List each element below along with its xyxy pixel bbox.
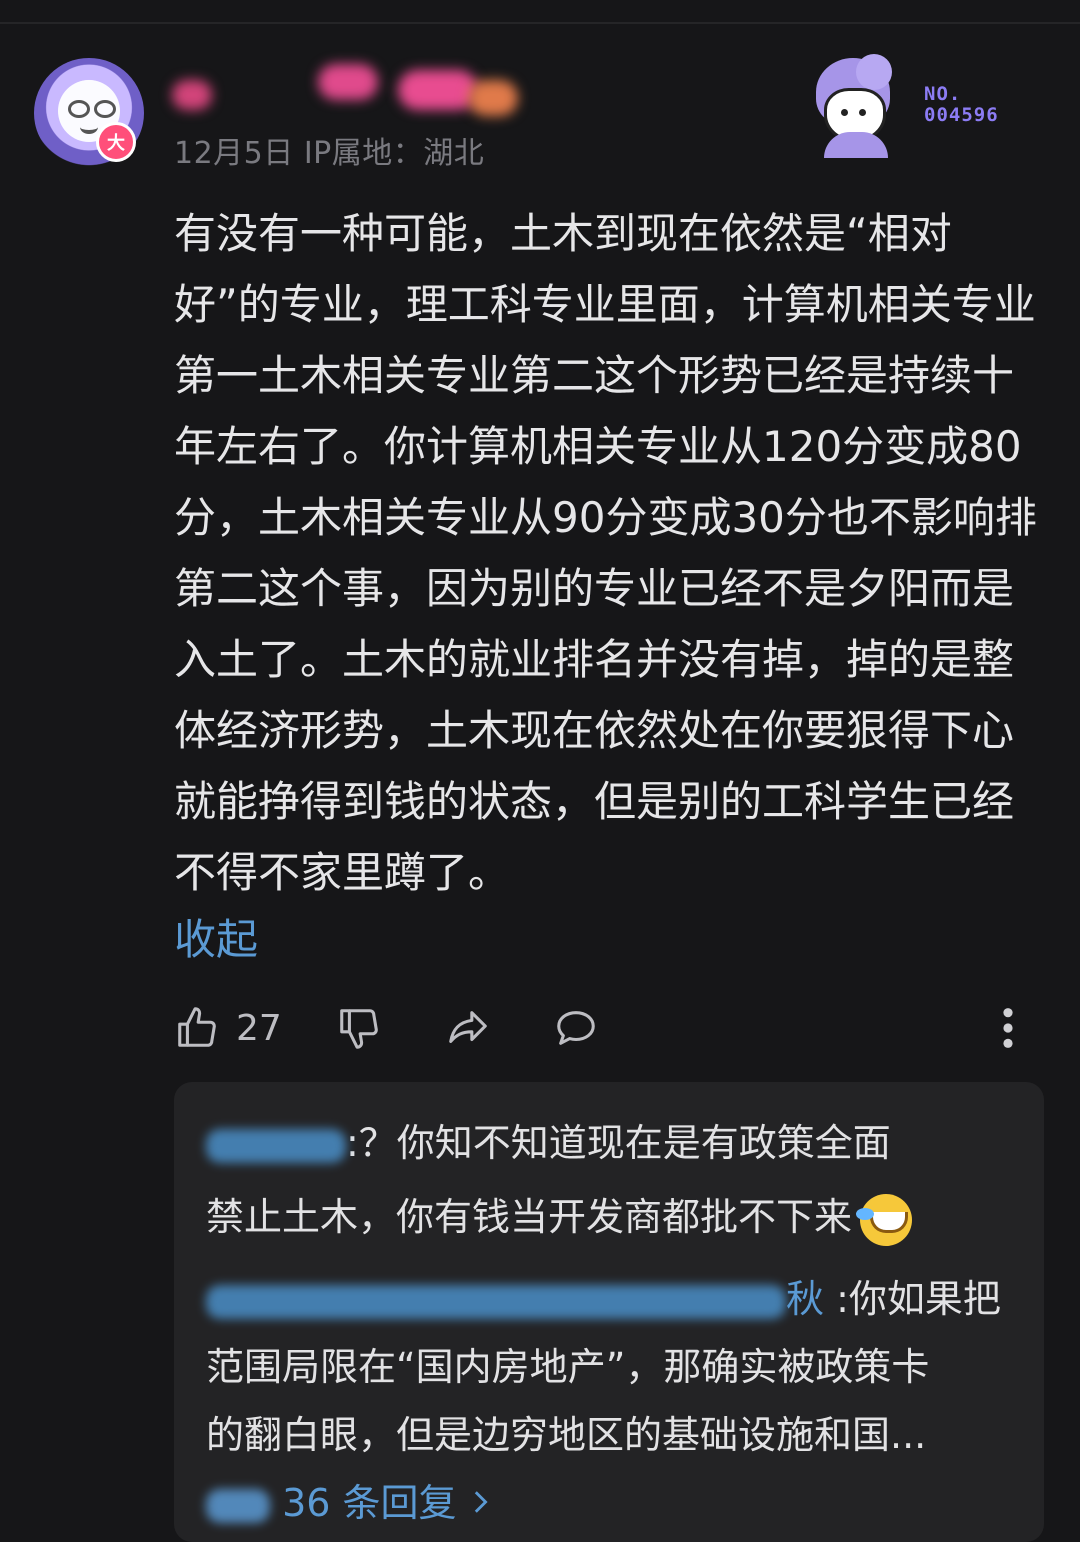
- reply-2[interactable]: 秋 :你如果把: [206, 1268, 1001, 1323]
- ip-location: IP属地：湖北: [303, 136, 485, 171]
- dislike-button[interactable]: [336, 1000, 382, 1056]
- reply-2-continued: 的翻白眼，但是边穷地区的基础设施和国...: [206, 1404, 926, 1459]
- thumbs-down-icon: [336, 1005, 382, 1051]
- comment-actions: 27: [174, 1000, 1044, 1056]
- comment-meta: 12月5日 IP属地：湖北: [174, 128, 484, 172]
- reply-1-continued: 禁止土木，你有钱当开发商都批不下来: [206, 1186, 913, 1246]
- chevron-right-icon: [469, 1481, 491, 1525]
- more-button[interactable]: [1000, 1000, 1016, 1056]
- reply-text: 范围局限在“国内房地产”，那确实被政策卡: [206, 1345, 930, 1389]
- reply-2-continued: 范围局限在“国内房地产”，那确实被政策卡: [206, 1336, 929, 1391]
- share-icon: [444, 1005, 492, 1051]
- reply-button[interactable]: [552, 1000, 600, 1056]
- collapse-link[interactable]: 收起: [174, 910, 258, 970]
- more-vertical-icon: [1000, 1005, 1016, 1051]
- view-all-replies-link[interactable]: 36 条回复: [206, 1472, 491, 1527]
- like-count: 27: [236, 1007, 282, 1049]
- view-replies-label: 36 条回复: [282, 1481, 457, 1525]
- reply-text: 禁止土木，你有钱当开发商都批不下来: [206, 1195, 853, 1239]
- reply-author-name[interactable]: [206, 1284, 786, 1319]
- fan-decoration-image[interactable]: [810, 54, 895, 158]
- share-button[interactable]: [444, 1000, 492, 1056]
- comment-icon: [552, 1005, 600, 1051]
- like-button[interactable]: 27: [174, 1000, 282, 1056]
- reply-text: :？你知不知道现在是有政策全面: [346, 1121, 891, 1165]
- avatar[interactable]: 大: [34, 58, 144, 168]
- thumbs-up-icon: [174, 1005, 220, 1051]
- reply-text: 的翻白眼，但是边穷地区的基础设施和国...: [206, 1413, 927, 1457]
- reply-author-name[interactable]: [206, 1128, 346, 1163]
- reply-author-name-tail[interactable]: 秋: [786, 1277, 824, 1321]
- reply-text: :你如果把: [824, 1277, 1001, 1321]
- comment-date: 12月5日: [174, 136, 294, 171]
- top-divider: [0, 22, 1080, 24]
- fan-decoration-number: NO. 004596: [924, 83, 999, 126]
- laughing-crying-emoji-icon: [856, 1193, 913, 1246]
- comment-text: 有没有一种可能，土木到现在依然是“相对好”的专业，理工科专业里面，计算机相关专业…: [174, 209, 1037, 897]
- reply-1[interactable]: :？你知不知道现在是有政策全面: [206, 1112, 891, 1167]
- reply-preview-box[interactable]: :？你知不知道现在是有政策全面 禁止土木，你有钱当开发商都批不下来 秋 :你如果…: [174, 1082, 1044, 1542]
- username[interactable]: [168, 60, 528, 116]
- level-badge: 大: [96, 122, 136, 162]
